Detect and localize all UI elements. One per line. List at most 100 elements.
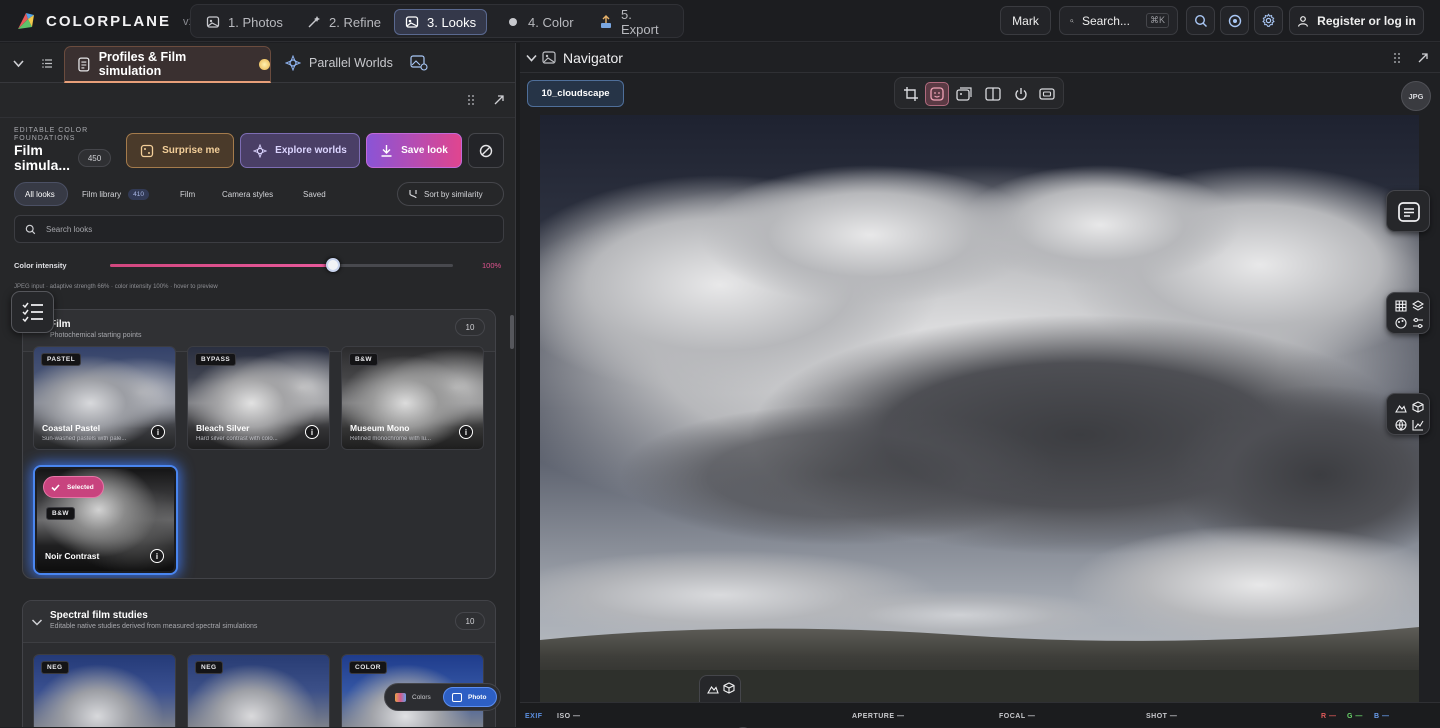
orbit-icon: [253, 143, 268, 158]
section-eyebrow: EDITABLE COLOR FOUNDATIONS: [14, 127, 89, 142]
download-icon: [381, 145, 392, 157]
step-photos[interactable]: 1. Photos: [196, 9, 293, 35]
search-button[interactable]: Search... ⌘K: [1059, 6, 1178, 35]
notes-button[interactable]: [1386, 190, 1430, 232]
chip-camera-styles[interactable]: Camera styles: [212, 182, 283, 206]
gear-icon: [1262, 13, 1275, 27]
palette-icon[interactable]: [1395, 317, 1407, 329]
preview-photo: [540, 115, 1419, 702]
info-icon[interactable]: i: [459, 425, 473, 439]
look-card-spectral-2[interactable]: NEG: [187, 654, 330, 727]
search-looks-input[interactable]: Search looks: [14, 215, 504, 243]
intensity-slider-fill: [110, 264, 333, 267]
step-label: 2. Refine: [329, 14, 382, 30]
step-color[interactable]: 4. Color: [496, 9, 584, 35]
chip-label: Film library: [82, 189, 122, 199]
palette-icon: [395, 692, 406, 702]
chip-film[interactable]: Film: [170, 182, 205, 206]
step-looks[interactable]: 3. Looks: [394, 9, 488, 35]
globe-icon[interactable]: [1395, 419, 1407, 431]
panel-resize-handle[interactable]: [516, 43, 520, 727]
toggle-photo[interactable]: Photo: [443, 687, 497, 707]
split-view-button[interactable]: [981, 82, 1005, 106]
chart-icon[interactable]: [1412, 419, 1424, 431]
chip-all-looks[interactable]: All looks: [14, 182, 68, 206]
panel-subbar: [0, 84, 515, 118]
face-tool-button[interactable]: [925, 82, 949, 106]
tab-profiles-film-simulation[interactable]: Profiles & Film simulation: [64, 46, 271, 83]
sort-by-similarity-button[interactable]: Sort by similarity: [397, 182, 504, 206]
chevron-down-icon[interactable]: [12, 57, 25, 70]
step-refine[interactable]: 2. Refine: [297, 9, 391, 35]
card-description: Sun-washed pastels with pale...: [42, 436, 127, 442]
cube-icon[interactable]: [1412, 401, 1424, 413]
save-look-button[interactable]: Save look: [366, 133, 462, 168]
sliders-icon[interactable]: [1412, 317, 1424, 329]
info-icon[interactable]: i: [305, 425, 319, 439]
format-badge: JPG: [1401, 81, 1431, 111]
search-icon-button[interactable]: [1186, 6, 1215, 35]
file-tab-10-cloudscape[interactable]: 10_cloudscape: [527, 80, 624, 107]
crop-tool-button[interactable]: [899, 82, 923, 106]
look-card-bleach-silver[interactable]: BYPASS Bleach Silver Hard silver contras…: [187, 346, 330, 450]
frame-button[interactable]: [1035, 82, 1059, 106]
colors-photo-toggle: Colors Photo: [384, 683, 501, 711]
chip-saved[interactable]: Saved: [293, 182, 336, 206]
pop-out-icon[interactable]: [493, 94, 505, 106]
layers-icon[interactable]: [1412, 300, 1424, 312]
target-button[interactable]: [1220, 6, 1249, 35]
dice-icon: [140, 144, 154, 157]
intensity-slider[interactable]: [110, 258, 453, 272]
explore-worlds-button[interactable]: Explore worlds: [240, 133, 360, 168]
image-settings-icon[interactable]: [410, 55, 428, 71]
mark-button[interactable]: Mark: [1000, 6, 1051, 35]
drag-handle-icon[interactable]: [466, 94, 476, 106]
chevron-down-icon[interactable]: [31, 617, 43, 627]
scene-tools-group: [1386, 393, 1430, 435]
look-card-museum-mono[interactable]: B&W Museum Mono Refined monochrome with …: [341, 346, 484, 450]
mountain-icon[interactable]: [1395, 402, 1407, 413]
exif-green: G —: [1347, 713, 1363, 720]
look-card-spectral-1[interactable]: NEG: [33, 654, 176, 727]
chevron-down-icon[interactable]: [525, 52, 538, 64]
panel-scrollbar[interactable]: [510, 315, 514, 349]
register-label: Register or log in: [1317, 13, 1416, 28]
search-placeholder: Search looks: [46, 224, 93, 234]
exif-shot: SHOT —: [1146, 713, 1178, 720]
look-card-noir-contrast[interactable]: Selected B&W Noir Contrast i: [35, 467, 176, 573]
mountain-icon[interactable]: [707, 683, 719, 694]
list-icon[interactable]: [42, 58, 53, 69]
card-description: Refined monochrome with lu...: [350, 436, 432, 442]
app-name: COLORPLANE: [46, 12, 171, 30]
grid-icon[interactable]: [1395, 300, 1407, 312]
face-icon: [930, 87, 944, 101]
reset-look-button[interactable]: [468, 133, 504, 168]
drag-handle-icon[interactable]: [1392, 52, 1402, 64]
cube-icon[interactable]: [723, 682, 735, 694]
step-export[interactable]: 5. Export: [589, 7, 683, 37]
settings-button[interactable]: [1254, 6, 1283, 35]
pop-out-icon[interactable]: [1417, 52, 1429, 64]
power-button[interactable]: [1009, 82, 1033, 106]
tab-parallel-worlds[interactable]: Parallel Worlds: [285, 55, 393, 71]
info-icon[interactable]: i: [151, 425, 165, 439]
toggle-colors[interactable]: Colors: [389, 688, 437, 706]
chip-film-library[interactable]: Film library 410: [72, 182, 159, 206]
navigator-title: Navigator: [563, 50, 623, 66]
surprise-me-button[interactable]: Surprise me: [126, 133, 234, 168]
info-icon[interactable]: i: [150, 549, 164, 563]
chip-label: Saved: [303, 189, 326, 199]
looks-icon: [405, 16, 419, 28]
group-count-badge: 10: [455, 612, 485, 630]
checklist-button[interactable]: [11, 291, 54, 333]
intensity-slider-thumb[interactable]: [325, 258, 340, 272]
card-title: Bleach Silver: [196, 423, 250, 433]
section-title: Film simula...: [14, 142, 71, 173]
card-tag: NEG: [41, 661, 69, 674]
group-spectral-header[interactable]: Spectral film studies Editable native st…: [23, 601, 495, 643]
register-button[interactable]: Register or log in: [1289, 6, 1424, 35]
ban-icon: [479, 144, 493, 157]
looks-panel: Profiles & Film simulation Parallel Worl…: [0, 43, 516, 727]
compare-tool-button[interactable]: [953, 82, 977, 106]
look-card-coastal-pastel[interactable]: PASTEL Coastal Pastel Sun-washed pastels…: [33, 346, 176, 450]
